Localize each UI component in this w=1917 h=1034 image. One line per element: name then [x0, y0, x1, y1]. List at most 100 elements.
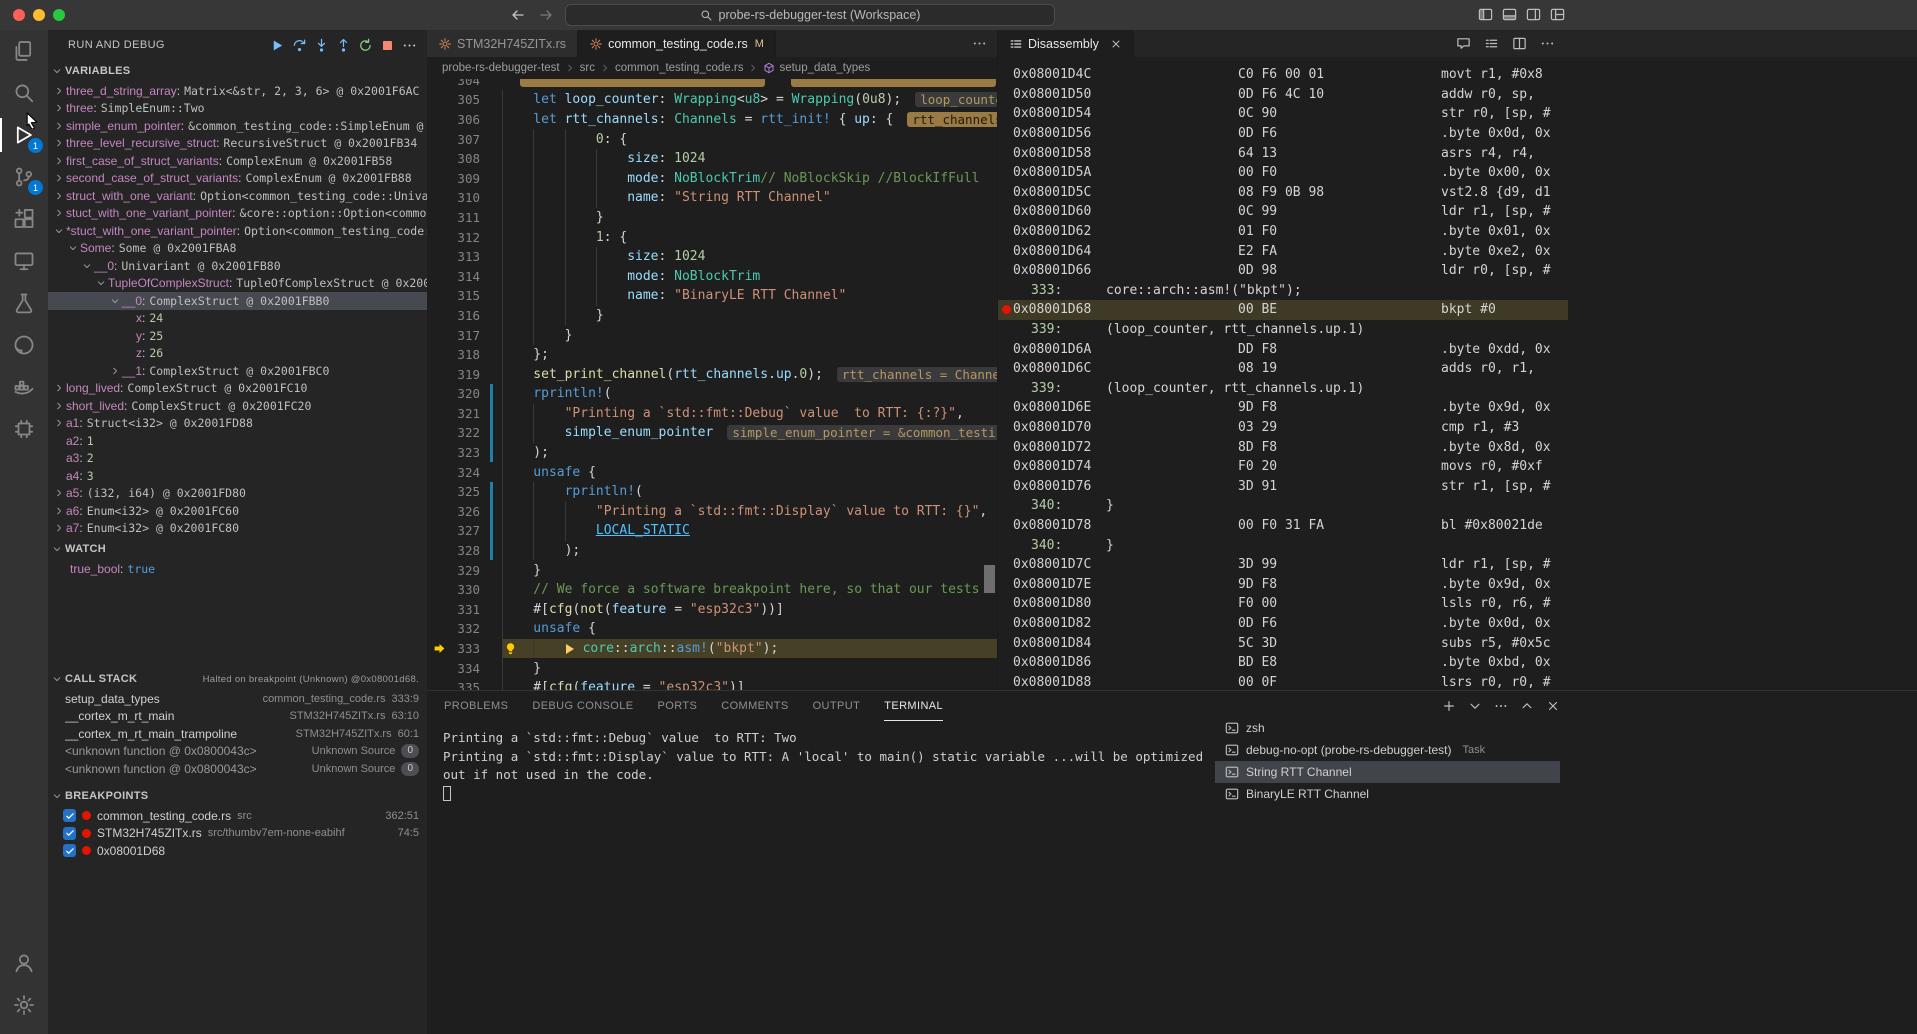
stack-frame-unknown-function-0x0800043c[interactable]: <unknown function @ 0x0800043c>Unknown S… [48, 760, 427, 778]
checkbox-checked[interactable] [63, 827, 76, 840]
stack-frame-setup-data-types[interactable]: setup_data_typescommon_testing_code.rs33… [48, 690, 427, 708]
code-line-329[interactable]: 329} [427, 560, 997, 580]
variable-row-x[interactable]: x:24 [48, 310, 427, 328]
variables-section-header[interactable]: VARIABLES [48, 60, 427, 82]
window-close-button[interactable] [13, 9, 25, 21]
variable-row-tupleofcomplexstruct[interactable]: TupleOfComplexStruct:TupleOfComplexStruc… [48, 275, 427, 293]
disasm-row-0x08001d76[interactable]: 0x08001D763D 91str r1, [sp, # [998, 476, 1568, 496]
activity-source-control[interactable]: 1 [0, 156, 48, 198]
disasm-row-0x08001d84[interactable]: 0x08001D845C 3Dsubs r5, #0x5c [998, 633, 1568, 653]
code-line-322[interactable]: 322simple_enum_pointersimple_enum_pointe… [427, 423, 997, 443]
panel-tab-terminal[interactable]: TERMINAL [884, 691, 943, 721]
code-editor[interactable]: 304305let loop_counter: Wrapping<u8> = W… [427, 79, 997, 690]
activity-account[interactable] [0, 942, 48, 984]
code-line-333[interactable]: 333core::arch::asm!("bkpt"); [427, 639, 997, 659]
variable-row-0[interactable]: __0:ComplexStruct @ 0x2001FBB0 [48, 292, 427, 310]
code-line-310[interactable]: 310name: "String RTT Channel" [427, 188, 997, 208]
disasm-row-0x08001d50[interactable]: 0x08001D500D F6 4C 10addw r0, sp, [998, 85, 1568, 105]
variable-row-struct-with-one-variant[interactable]: struct_with_one_variant:Option<common_te… [48, 187, 427, 205]
activity-extensions[interactable] [0, 198, 48, 240]
code-line-314[interactable]: 314mode: NoBlockTrim [427, 266, 997, 286]
activity-explorer[interactable] [0, 30, 48, 72]
editor-scrollbar[interactable] [984, 565, 995, 593]
code-line-326[interactable]: 326"Printing a `std::fmt::Display` value… [427, 502, 997, 522]
disasm-row-0x08001d5c[interactable]: 0x08001D5C08 F9 0B 98vst2.8 {d9, d1 [998, 183, 1568, 203]
call-stack-section-header[interactable]: CALL STACK Halted on breakpoint (Unknown… [48, 668, 427, 690]
history-forward-button[interactable] [538, 7, 554, 23]
activity-github[interactable] [0, 324, 48, 366]
terminal-tab-debug-no-opt-probe-rs-debugger-test[interactable]: debug-no-opt (probe-rs-debugger-test)Tas… [1215, 739, 1560, 761]
tab-common-testing-code-rs[interactable]: common_testing_code.rsM [578, 30, 776, 57]
code-line-328[interactable]: 328); [427, 541, 997, 561]
activity-settings-gear[interactable] [0, 984, 48, 1026]
code-line-330[interactable]: 330// We force a software breakpoint her… [427, 580, 997, 600]
breakpoint-row-stm32h745zitx-rs[interactable]: STM32H745ZITx.rssrc/thumbv7em-none-eabih… [48, 825, 427, 843]
variable-row-a2[interactable]: a2:1 [48, 432, 427, 450]
editor-more-actions[interactable] [972, 36, 997, 51]
panel-tab-output[interactable]: OUTPUT [813, 691, 861, 721]
variable-row-1[interactable]: __1:ComplexStruct @ 0x2001FBC0 [48, 362, 427, 380]
code-line-319[interactable]: 319set_print_channel(rtt_channels.up.0);… [427, 364, 997, 384]
disasm-row-0x08001d6e[interactable]: 0x08001D6E9D F8.byte 0x9d, 0x [998, 398, 1568, 418]
breakpoints-section-header[interactable]: BREAKPOINTS [48, 785, 427, 807]
variable-row-second-case-of-struct-variants[interactable]: second_case_of_struct_variants:ComplexEn… [48, 170, 427, 188]
breadcrumb-item-common-testing-code-rs[interactable]: common_testing_code.rs [615, 62, 743, 74]
variable-row-some[interactable]: Some:Some @ 0x2001FBA8 [48, 240, 427, 258]
code-line-324[interactable]: 324unsafe { [427, 462, 997, 482]
code-line-311[interactable]: 311} [427, 208, 997, 228]
disasm-row-0x08001d4c[interactable]: 0x08001D4CC0 F6 00 01movt r1, #0x8 [998, 65, 1568, 85]
code-line-325[interactable]: 325rprintln!( [427, 482, 997, 502]
disasm-row-0x08001d56[interactable]: 0x08001D560D F6.byte 0x0d, 0x [998, 124, 1568, 144]
variable-row-z[interactable]: z:26 [48, 345, 427, 363]
variable-row-first-case-of-struct-variants[interactable]: first_case_of_struct_variants:ComplexEnu… [48, 152, 427, 170]
code-line-323[interactable]: 323); [427, 443, 997, 463]
activity-chip[interactable] [0, 408, 48, 450]
panel-tab-problems[interactable]: PROBLEMS [444, 691, 508, 721]
disasm-row-0x08001d7e[interactable]: 0x08001D7E9D F8.byte 0x9d, 0x [998, 574, 1568, 594]
breakpoint-row-common-testing-code-rs[interactable]: common_testing_code.rssrc362:51 [48, 807, 427, 825]
code-line-305[interactable]: 305let loop_counter: Wrapping<u8> = Wrap… [427, 90, 997, 110]
variable-row-stuct-with-one-variant-pointer[interactable]: *stuct_with_one_variant_pointer:Option<c… [48, 222, 427, 240]
disasm-row-0x08001d82[interactable]: 0x08001D820D F6.byte 0x0d, 0x [998, 614, 1568, 634]
panel-tab-ports[interactable]: PORTS [658, 691, 698, 721]
activity-remote-explorer[interactable] [0, 240, 48, 282]
disasm-row-0x08001d6a[interactable]: 0x08001D6ADD F8.byte 0xdd, 0x [998, 339, 1568, 359]
chevron-up-button[interactable] [1520, 699, 1534, 713]
code-line-332[interactable]: 332unsafe { [427, 619, 997, 639]
disasm-row-0x08001d66[interactable]: 0x08001D660D 98ldr r0, [sp, # [998, 261, 1568, 281]
code-line-334[interactable]: 334} [427, 658, 997, 678]
disasm-row-0x08001d7c[interactable]: 0x08001D7C3D 99ldr r1, [sp, # [998, 555, 1568, 575]
checkbox-checked[interactable] [63, 809, 76, 822]
disasm-row-0x08001d54[interactable]: 0x08001D540C 90str r0, [sp, # [998, 104, 1568, 124]
disasm-row-0x08001d62[interactable]: 0x08001D6201 F0.byte 0x01, 0x [998, 222, 1568, 242]
watch-row-true-bool[interactable]: true_bool:true [48, 560, 427, 578]
comment-button[interactable] [1456, 36, 1471, 51]
history-back-button[interactable] [510, 7, 526, 23]
lightbulb-icon[interactable] [504, 642, 517, 655]
watch-section-header[interactable]: WATCH [48, 538, 427, 560]
code-line-307[interactable]: 3070: { [427, 129, 997, 149]
plus-button[interactable] [1442, 699, 1456, 713]
code-line-315[interactable]: 315name: "BinaryLE RTT Channel" [427, 286, 997, 306]
code-line-331[interactable]: 331#[cfg(not(feature = "esp32c3"))] [427, 600, 997, 620]
tab-stm32h745zitx-rs[interactable]: STM32H745ZITx.rs [427, 30, 578, 57]
code-line-316[interactable]: 316} [427, 306, 997, 326]
panel-tab-debug-console[interactable]: DEBUG CONSOLE [532, 691, 633, 721]
disasm-row-0x08001d70[interactable]: 0x08001D7003 29cmp r1, #3 [998, 418, 1568, 438]
disasm-row-0x08001d6c[interactable]: 0x08001D6C08 19adds r0, r1, [998, 359, 1568, 379]
disasm-row-0x08001d5a[interactable]: 0x08001D5A00 F0.byte 0x00, 0x [998, 163, 1568, 183]
chevron-down-button[interactable] [1468, 699, 1482, 713]
variable-row-y[interactable]: y:25 [48, 327, 427, 345]
toggle-primary-sidebar-button[interactable] [1478, 7, 1493, 22]
disasm-row-0x08001d78[interactable]: 0x08001D7800 F0 31 FAbl #0x80021de [998, 516, 1568, 536]
toggle-panel-button[interactable] [1502, 7, 1517, 22]
breadcrumb-item-probe-rs-debugger-test[interactable]: probe-rs-debugger-test [442, 62, 560, 74]
breakpoint-row-0x08001d68[interactable]: 0x08001D68 [48, 842, 427, 860]
stop-button[interactable] [380, 38, 395, 53]
variable-row-long-lived[interactable]: long_lived:ComplexStruct @ 0x2001FC10 [48, 380, 427, 398]
activity-search[interactable] [0, 72, 48, 114]
variable-row-a3[interactable]: a3:2 [48, 450, 427, 468]
variable-row-three[interactable]: three:SimpleEnum::Two [48, 100, 427, 118]
code-line-320[interactable]: 320rprintln!( [427, 384, 997, 404]
list-selection-button[interactable] [1484, 36, 1499, 51]
